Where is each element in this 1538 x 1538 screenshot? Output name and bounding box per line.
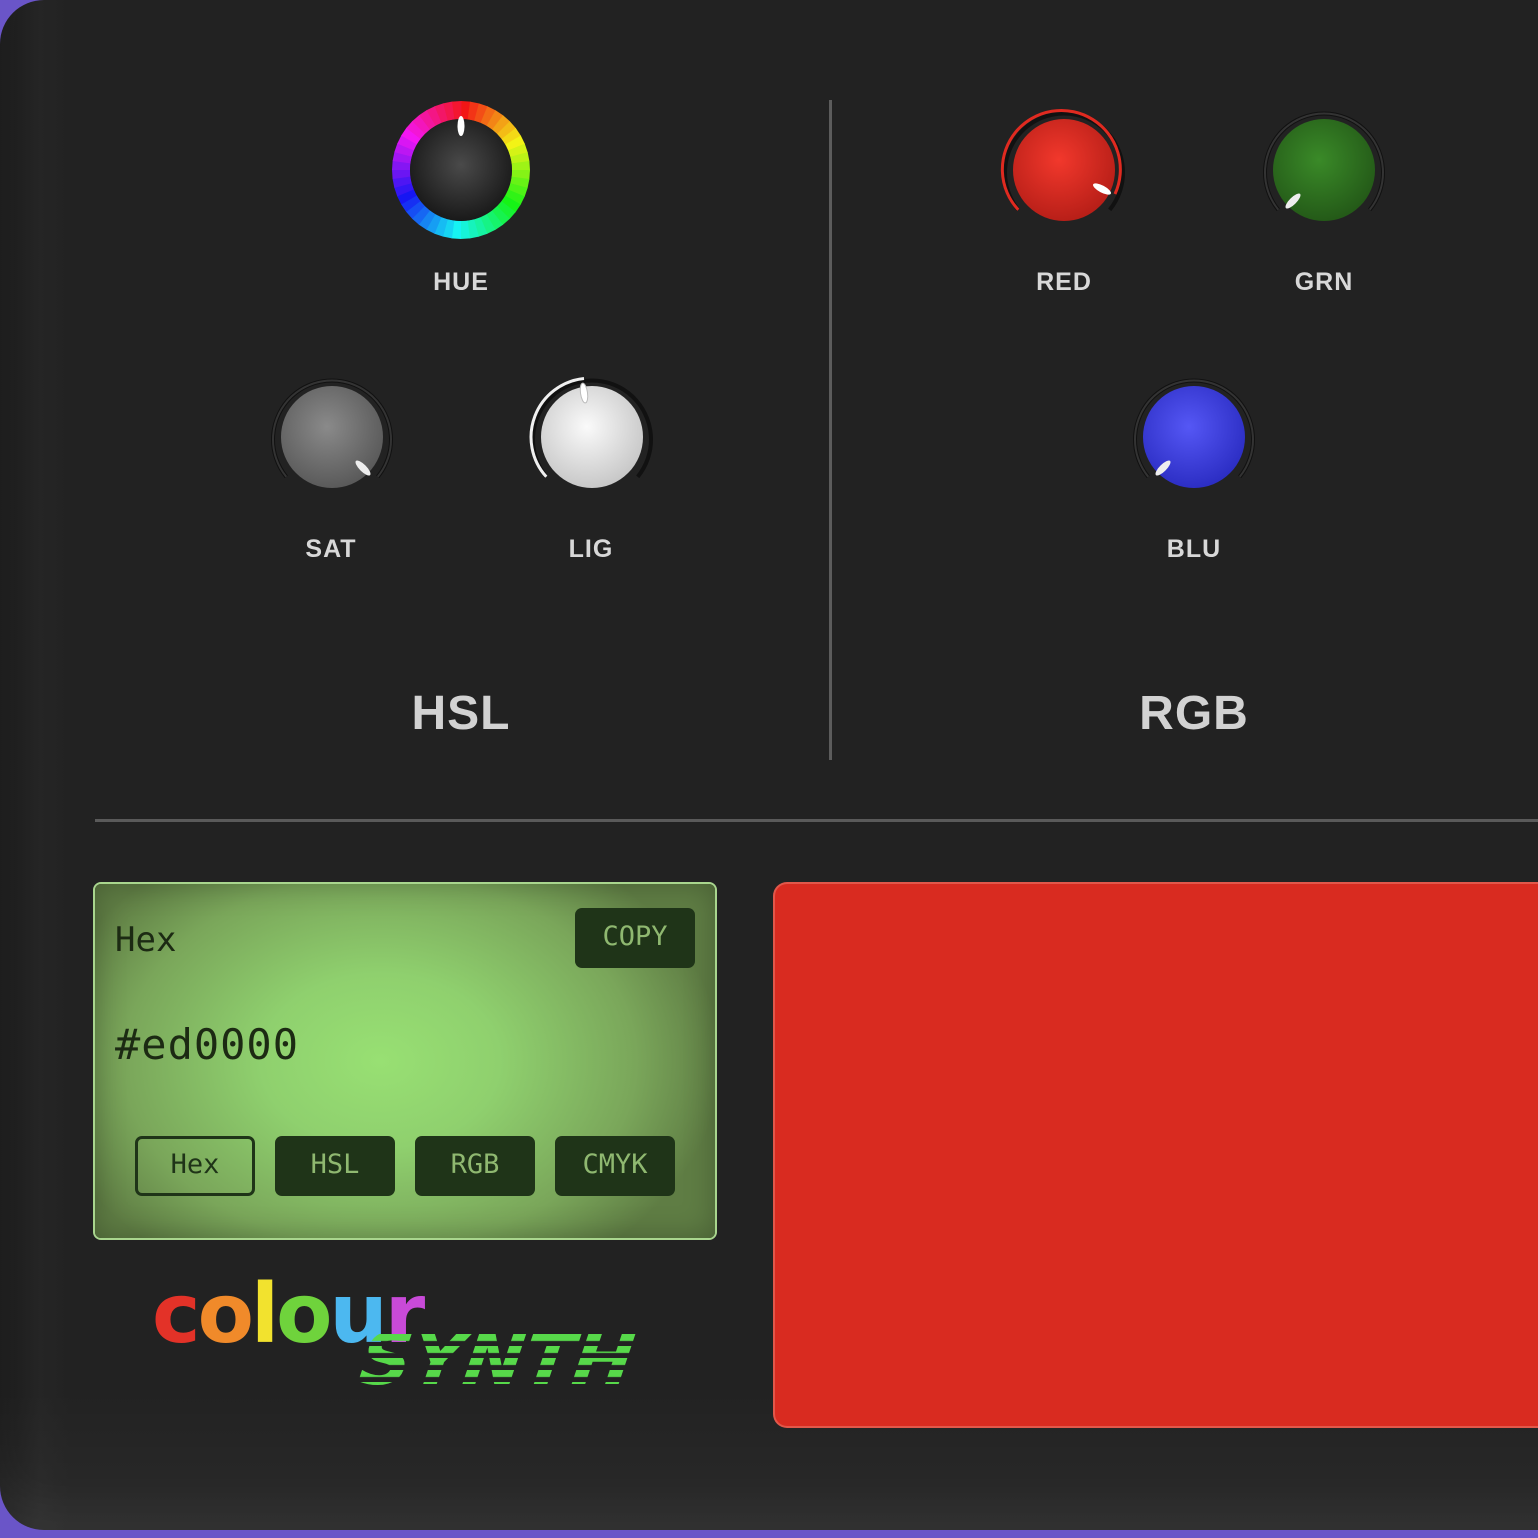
red-knob[interactable] xyxy=(994,100,1134,240)
rgb-section-title: RGB xyxy=(1139,687,1249,740)
lcd-display: Hex COPY #ed0000 Hex HSL RGB CMYK xyxy=(95,884,715,1238)
sat-knob-face xyxy=(271,378,393,488)
blu-knob-face xyxy=(1133,378,1255,488)
sat-label: SAT xyxy=(305,535,357,563)
grn-knob[interactable] xyxy=(1254,100,1394,240)
blu-label: BLU xyxy=(1166,535,1222,563)
format-hsl-button[interactable]: HSL xyxy=(275,1136,395,1196)
lcd-color-value: #ed0000 xyxy=(115,1020,300,1069)
blu-knob[interactable] xyxy=(1124,367,1264,507)
copy-button[interactable]: COPY xyxy=(575,908,695,968)
hue-wheel-icon xyxy=(392,101,530,239)
lcd-format-title: Hex xyxy=(115,920,177,960)
horizontal-divider xyxy=(95,819,1538,822)
format-cmyk-button[interactable]: CMYK xyxy=(555,1136,675,1196)
lig-knob-face xyxy=(529,377,653,488)
lig-label: LIG xyxy=(568,535,614,563)
colour-synth-logo: colour SYNTH xyxy=(152,1262,672,1402)
svg-text:SYNTH: SYNTH xyxy=(354,1318,639,1402)
hsl-section-title: HSL xyxy=(411,687,511,740)
grn-knob-face xyxy=(1263,111,1385,221)
hue-knob[interactable] xyxy=(391,100,531,240)
sat-knob[interactable] xyxy=(262,367,402,507)
format-rgb-button[interactable]: RGB xyxy=(415,1136,535,1196)
hue-label: HUE xyxy=(433,268,489,296)
section-divider xyxy=(829,100,832,760)
lig-knob[interactable] xyxy=(522,367,662,507)
red-label: RED xyxy=(1036,268,1092,296)
grn-label: GRN xyxy=(1294,268,1354,296)
red-knob-face xyxy=(1000,109,1125,221)
color-preview-swatch xyxy=(775,884,1538,1426)
format-hex-button[interactable]: Hex xyxy=(135,1136,255,1196)
